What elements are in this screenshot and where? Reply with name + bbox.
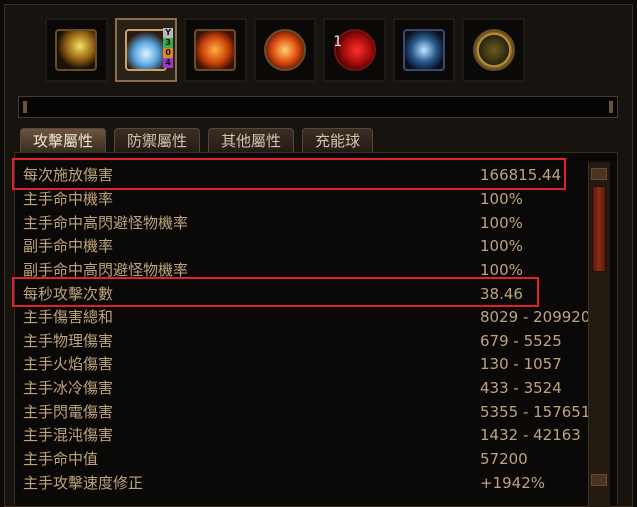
fire-fist-icon (264, 29, 307, 71)
stat-label: 每秒攻擊次數 (23, 285, 114, 303)
stat-value: 8029 - 209920 (480, 308, 591, 326)
skill-slot-7[interactable] (462, 18, 526, 82)
scrollbar[interactable] (588, 162, 610, 507)
stat-label: 主手命中值 (23, 450, 99, 468)
stat-row: 每次施放傷害 166815.44 (23, 163, 593, 187)
stat-row: 主手閃電傷害 5355 - 157651 (23, 400, 593, 424)
stat-label: 主手物理傷害 (23, 332, 114, 350)
skill-bar: Y 3 0 4 1 (45, 18, 526, 88)
stat-label: 每次施放傷害 (23, 166, 114, 184)
stat-row: 主手冰冷傷害 433 - 3524 (23, 376, 593, 400)
stat-value: 130 - 1057 (480, 355, 562, 373)
stat-row: 主手混沌傷害 1432 - 42163 (23, 423, 593, 447)
skill-slot-6[interactable] (392, 18, 456, 82)
skill-slot-3[interactable] (184, 18, 247, 82)
stat-row: 主手攻擊速度修正 +1942% (23, 471, 593, 495)
skill-slot-1[interactable] (45, 18, 108, 82)
rune-label: Y (163, 28, 174, 38)
skill-slot-5[interactable]: 1 (323, 18, 386, 82)
rune-label: 3 (163, 38, 174, 48)
stat-label: 主手命中機率 (23, 190, 114, 208)
tab-charge-orbs[interactable]: 充能球 (302, 128, 374, 152)
stat-value: 166815.44 (480, 166, 562, 184)
stat-label: 副手命中高閃避怪物機率 (23, 261, 189, 279)
rune-indicator: Y 3 0 4 (163, 28, 174, 68)
skill-slot-4[interactable] (253, 18, 317, 82)
stat-value: 100% (480, 190, 523, 208)
scroll-up-arrow[interactable] (591, 168, 607, 180)
stat-label: 主手閃電傷害 (23, 403, 114, 421)
ice-hand-icon (124, 29, 167, 71)
stat-label: 主手攻擊速度修正 (23, 474, 144, 492)
gold-shield-icon (472, 29, 515, 71)
rune-label: 4 (163, 58, 174, 68)
stat-label: 主手混沌傷害 (23, 426, 114, 444)
stat-row: 主手命中高閃避怪物機率 100% (23, 211, 593, 235)
stat-label: 主手冰冷傷害 (23, 379, 114, 397)
stats-list: 每次施放傷害 166815.44 主手命中機率 100% 主手命中高閃避怪物機率 10… (14, 152, 618, 507)
scroll-down-arrow[interactable] (591, 474, 607, 486)
stat-row: 主手傷害總和 8029 - 209920 (23, 305, 593, 329)
stat-row: 每秒攻擊次數 38.46 (23, 282, 593, 306)
stat-row: 主手命中值 57200 (23, 447, 593, 471)
stat-value: 100% (480, 214, 523, 232)
scroll-thumb[interactable] (592, 186, 606, 272)
stat-label: 主手命中高閃避怪物機率 (23, 214, 189, 232)
stat-row: 主手命中機率 100% (23, 187, 593, 211)
skill-badge: 1 (333, 34, 343, 50)
stat-value: 5355 - 157651 (480, 403, 591, 421)
stat-row: 副手命中機率 100% (23, 234, 593, 258)
stat-row: 副手命中高閃避怪物機率 100% (23, 258, 593, 282)
stat-label: 主手火焰傷害 (23, 355, 114, 373)
skill-slot-2[interactable]: Y 3 0 4 (114, 18, 178, 82)
stat-label: 副手命中機率 (23, 237, 114, 255)
tab-other[interactable]: 其他屬性 (208, 128, 295, 152)
rune-label: 0 (163, 48, 174, 58)
stat-value: 1432 - 42163 (480, 426, 581, 444)
lightning-rune-icon (403, 29, 446, 71)
stat-value: 100% (480, 261, 523, 279)
stat-label: 主手傷害總和 (23, 308, 114, 326)
stat-value: 679 - 5525 (480, 332, 562, 350)
stat-value: 100% (480, 237, 523, 255)
stat-row: 主手火焰傷害 130 - 1057 (23, 352, 593, 376)
stat-value: 57200 (480, 450, 528, 468)
search-bar[interactable] (18, 96, 618, 118)
stat-value: 38.46 (480, 285, 523, 303)
golden-blade-icon (55, 29, 98, 71)
stat-value: +1942% (480, 474, 545, 492)
tab-defense[interactable]: 防禦屬性 (114, 128, 201, 152)
fire-warrior-icon (194, 29, 237, 71)
stat-value: 433 - 3524 (480, 379, 562, 397)
stat-row: 主手物理傷害 679 - 5525 (23, 329, 593, 353)
tab-offense[interactable]: 攻擊屬性 (20, 128, 107, 152)
stat-tabs: 攻擊屬性 防禦屬性 其他屬性 充能球 (20, 128, 374, 152)
